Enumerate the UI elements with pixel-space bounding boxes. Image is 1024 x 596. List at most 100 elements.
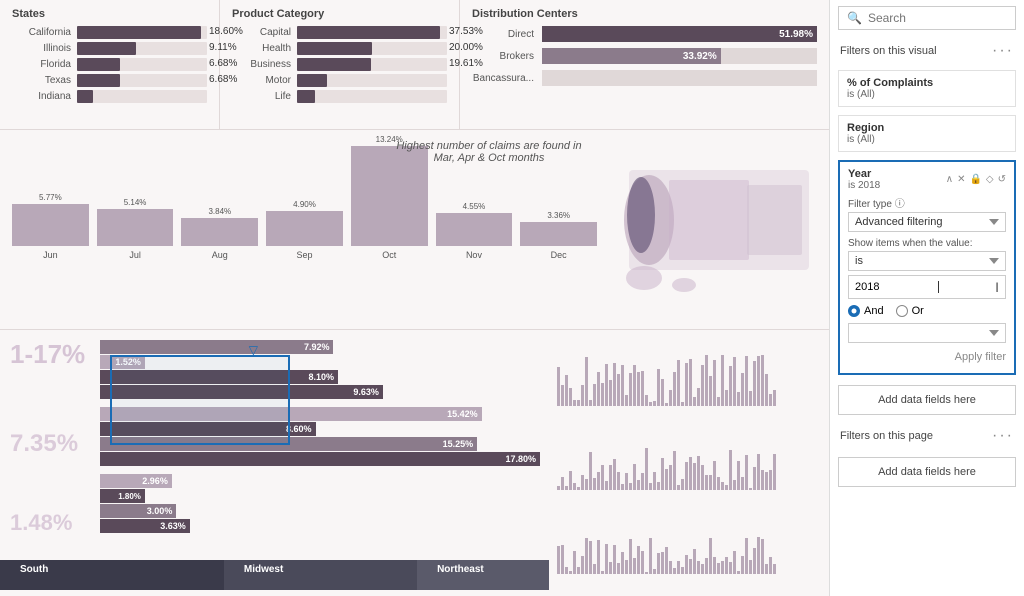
tiny-bar xyxy=(757,454,760,490)
pct-overlay-2: 7.35% xyxy=(10,430,78,458)
apply-filter-button[interactable]: Apply filter xyxy=(848,351,1006,363)
tiny-bar xyxy=(637,372,640,406)
monthly-bar-label: Nov xyxy=(466,250,482,260)
product-bar-value: 37.53% xyxy=(449,26,487,37)
tiny-bar xyxy=(641,371,644,406)
middle-charts-area: Highest number of claims are found in Ma… xyxy=(0,130,829,330)
tiny-bar xyxy=(693,549,696,574)
region-south: South xyxy=(0,560,224,590)
tiny-bar xyxy=(705,475,708,490)
and-label: And xyxy=(864,305,884,317)
tiny-bar xyxy=(561,385,564,406)
tiny-bar xyxy=(577,400,580,406)
tiny-bar xyxy=(561,477,564,490)
product-bar-row: Health 20.00% xyxy=(232,42,447,55)
states-bars: California 18.60% Illinois 9.11% Florida… xyxy=(12,26,207,103)
tiny-bar xyxy=(601,383,604,406)
filter-year-title-group: Year is 2018 xyxy=(848,168,880,191)
monthly-bar-group: 3.84% Aug xyxy=(181,207,258,260)
tiny-bar xyxy=(665,469,668,490)
tiny-bar xyxy=(737,571,740,574)
tiny-bar xyxy=(573,551,576,574)
operator-radio-group: And Or xyxy=(848,305,1006,317)
tiny-bar xyxy=(725,485,728,490)
tiny-bar xyxy=(773,390,776,406)
tiny-bar xyxy=(629,373,632,406)
tiny-bar xyxy=(657,482,660,490)
reset-icon[interactable]: ◇ xyxy=(986,174,994,185)
tiny-bar xyxy=(713,461,716,490)
filters-visual-dots[interactable]: ··· xyxy=(992,42,1014,60)
h-bar: 1.80% xyxy=(100,489,145,503)
close-icon[interactable]: ✕ xyxy=(957,174,965,185)
tiny-bar xyxy=(621,552,624,574)
dist-bar-row: Direct 51.98% xyxy=(472,26,817,42)
filter-type-dropdown[interactable]: Advanced filtering Basic filtering xyxy=(848,212,1006,232)
state-bar-track: 9.11% xyxy=(77,42,207,55)
bottom-area: 1-17% 7.35% 1.48% ▽ 7.92% 1.52% 8.10 xyxy=(0,330,829,590)
filter-year[interactable]: Year is 2018 ∧ ✕ 🔒 ◇ ↺ Filter type ⓘ Adv… xyxy=(838,160,1016,375)
show-when-label: Show items when the value: xyxy=(848,238,1006,249)
tiny-bar xyxy=(773,454,776,490)
tiny-bar xyxy=(689,457,692,490)
tiny-bar xyxy=(773,564,776,574)
add-fields-visual-button[interactable]: Add data fields here xyxy=(838,385,1016,415)
tiny-bar xyxy=(769,557,772,574)
tiny-bar xyxy=(597,540,600,574)
h-bars-container: ▽ 7.92% 1.52% 8.10% 9.63% 15.42% 8.60% 1… xyxy=(100,330,549,555)
tiny-bar xyxy=(753,467,756,490)
h-bar: 8.60% xyxy=(100,422,316,436)
filter-region[interactable]: Region is (All) xyxy=(838,115,1016,152)
refresh-icon[interactable]: ↺ xyxy=(998,174,1006,185)
tiny-bar xyxy=(757,356,760,406)
search-input[interactable] xyxy=(868,11,1007,25)
tiny-bar xyxy=(585,538,588,574)
tiny-bar xyxy=(625,473,628,490)
state-bar-fill xyxy=(77,42,136,55)
tiny-bar xyxy=(673,451,676,490)
lock-icon[interactable]: 🔒 xyxy=(969,174,981,185)
tiny-bar xyxy=(713,557,716,574)
second-condition-dropdown[interactable] xyxy=(848,323,1006,343)
h-bar: 7.92% xyxy=(100,340,333,354)
state-bar-row: California 18.60% xyxy=(12,26,207,39)
and-radio[interactable]: And xyxy=(848,305,884,317)
filter-pct-complaints[interactable]: % of Complaints is (All) xyxy=(838,70,1016,107)
dist-bar-track: 51.98% xyxy=(542,26,817,42)
tiny-bar xyxy=(713,360,716,406)
state-bar-row: Florida 6.68% xyxy=(12,58,207,71)
add-fields-page-button[interactable]: Add data fields here xyxy=(838,457,1016,487)
year-value-input-container[interactable]: 2018 I xyxy=(848,275,1006,299)
tiny-bar xyxy=(745,356,748,406)
tiny-bar xyxy=(621,484,624,490)
state-bar-row: Texas 6.68% xyxy=(12,74,207,87)
tiny-bar xyxy=(753,361,756,406)
tiny-charts-top xyxy=(549,330,829,590)
tiny-bar xyxy=(565,567,568,574)
tiny-bar xyxy=(641,473,644,490)
tiny-bar xyxy=(625,395,628,406)
us-map-svg xyxy=(619,160,819,300)
tiny-bar xyxy=(621,365,624,406)
search-box[interactable]: 🔍 xyxy=(838,6,1016,30)
tiny-bar xyxy=(749,560,752,574)
condition-dropdown[interactable]: is is not is less than is greater than xyxy=(848,251,1006,271)
filters-page-dots[interactable]: ··· xyxy=(992,427,1014,445)
or-radio[interactable]: Or xyxy=(896,305,924,317)
dist-bar-fill: 33.92% xyxy=(542,48,721,64)
tiny-bar xyxy=(609,380,612,406)
top-charts-row: States California 18.60% Illinois 9.11% … xyxy=(0,0,829,130)
product-bar-track: 37.53% xyxy=(297,26,447,39)
pct-overlay-3: 1.48% xyxy=(10,510,72,536)
monthly-bar-label: Jul xyxy=(129,250,141,260)
tiny-bar xyxy=(685,555,688,574)
tiny-bar xyxy=(677,561,680,574)
chevron-up-icon[interactable]: ∧ xyxy=(946,174,953,185)
product-bar-row: Capital 37.53% xyxy=(232,26,447,39)
h-bar: 9.63% xyxy=(100,385,383,399)
monthly-bar-group: 5.77% Jun xyxy=(12,193,89,260)
product-bar-track: 19.61% xyxy=(297,58,447,71)
monthly-bar-group: 5.14% Jul xyxy=(97,198,174,260)
product-label: Life xyxy=(232,91,297,102)
tiny-bar xyxy=(557,486,560,490)
